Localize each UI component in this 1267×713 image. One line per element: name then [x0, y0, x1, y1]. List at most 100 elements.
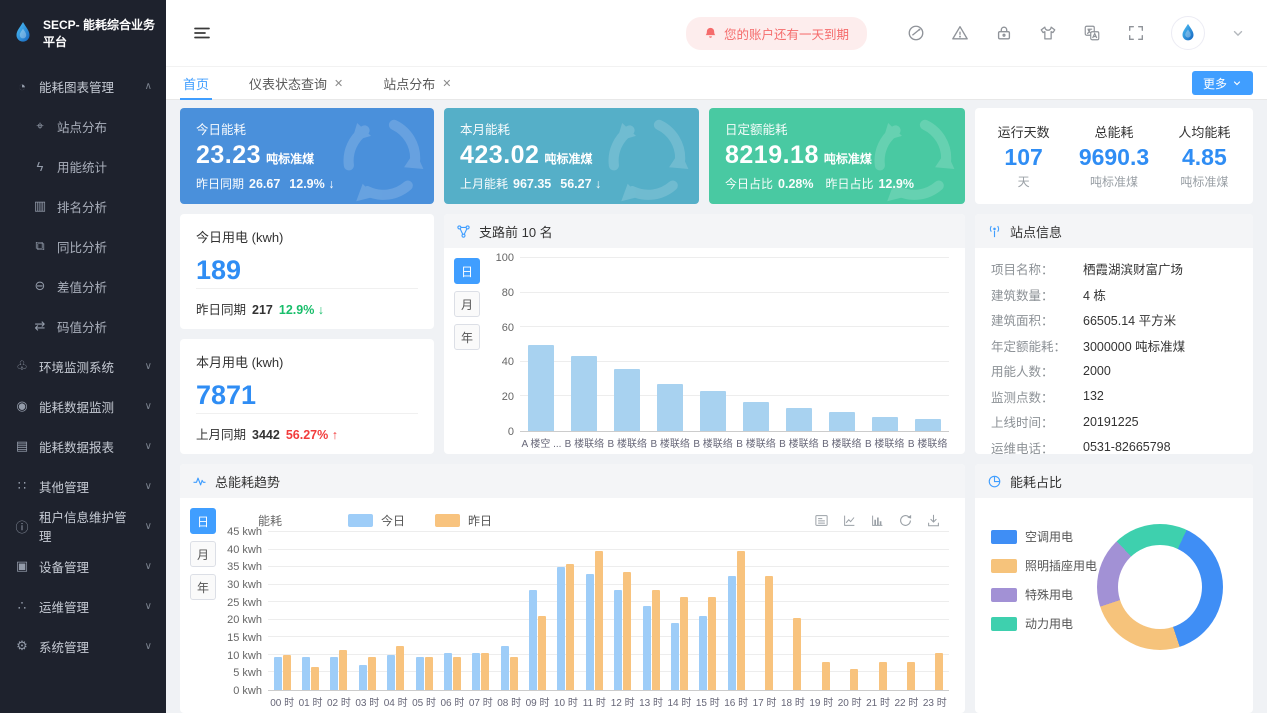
stat-label: 人均能耗: [1178, 122, 1230, 141]
close-tab-icon[interactable]: ✕: [334, 77, 343, 90]
legend-item-今日[interactable]: 今日: [348, 512, 405, 529]
lock-screen-icon[interactable]: [995, 24, 1013, 42]
tab-meter-status[interactable]: 仪表状态查询✕: [246, 67, 346, 99]
bar-group-4: [382, 532, 410, 690]
sidebar-item-2[interactable]: ◉能耗数据监测∨: [0, 386, 166, 426]
period-toggle-月[interactable]: 月: [190, 541, 216, 567]
ops-icon: ∴: [14, 598, 30, 614]
sidebar-item-6[interactable]: ▣设备管理∨: [0, 546, 166, 586]
user-menu-chevron-icon[interactable]: [1231, 26, 1245, 40]
data-view-icon[interactable]: [814, 513, 829, 528]
site-info-label: 监测点数：: [991, 387, 1083, 406]
app-root: SECP- 能耗综合业务平台 ◔能耗图表管理∧⌖站点分布ϟ用能统计▥排名分析⧉同…: [0, 0, 1267, 713]
sidebar-subitem-0-2[interactable]: ▥排名分析: [0, 186, 166, 226]
tab-home[interactable]: 首页: [180, 67, 212, 99]
sidebar-item-7[interactable]: ∴运维管理∨: [0, 586, 166, 626]
bar-昨日: [538, 616, 546, 690]
pie-legend-item-特殊用电[interactable]: 特殊用电: [991, 586, 1097, 603]
fullscreen-icon[interactable]: [1127, 24, 1145, 42]
site-icon: ⌖: [32, 118, 48, 134]
bar-group-18: [779, 532, 807, 690]
bar-今日: [416, 657, 424, 690]
sidebar-item-8[interactable]: ⚙系统管理∨: [0, 626, 166, 666]
more-tabs-button[interactable]: 更多: [1192, 71, 1253, 95]
bar-group-17: [750, 532, 778, 690]
card-subtext: 上月能耗967.3556.27 ↓: [460, 175, 683, 192]
legend-swatch: [991, 530, 1017, 544]
x-tick-label: 13 时: [637, 694, 665, 709]
bar-group-7: [467, 532, 495, 690]
collapse-menu-icon[interactable]: [192, 23, 212, 43]
sidebar-menu: ◔能耗图表管理∧⌖站点分布ϟ用能统计▥排名分析⧉同比分析⊖差值分析⇄码值分析♧环…: [0, 66, 166, 666]
system-icon: ⚙: [14, 638, 30, 654]
user-avatar[interactable]: [1171, 16, 1205, 50]
sub-extra: 12.9% ↓: [289, 177, 334, 191]
x-tick-label: B 楼联络: [692, 435, 735, 450]
period-toggle-日[interactable]: 日: [454, 258, 480, 284]
sidebar-item-4[interactable]: ∷其他管理∨: [0, 466, 166, 506]
x-tick-label: B 楼联络: [777, 435, 820, 450]
value-unit: 吨标准煤: [824, 152, 872, 166]
sidebar-item-5[interactable]: ⓘ租户信息维护管理∨: [0, 506, 166, 546]
y-tick-label: 0 kwh: [233, 685, 262, 697]
bar-chart-icon[interactable]: [870, 513, 885, 528]
period-toggle-年[interactable]: 年: [190, 574, 216, 600]
bar-group-22: [892, 532, 920, 690]
period-toggle-月[interactable]: 月: [454, 291, 480, 317]
sidebar-subitem-0-1[interactable]: ϟ用能统计: [0, 146, 166, 186]
sidebar-subitem-0-4[interactable]: ⊖差值分析: [0, 266, 166, 306]
usage-value: 189: [196, 255, 418, 286]
bar-今日: [274, 657, 282, 690]
compare-value: 217: [252, 303, 273, 317]
sub-extra: 56.27 ↓: [560, 177, 601, 191]
download-icon[interactable]: [926, 513, 941, 528]
bar-今日: [501, 646, 509, 690]
tab-site-distribution[interactable]: 站点分布✕: [380, 67, 454, 99]
sidebar-subitem-0-3[interactable]: ⧉同比分析: [0, 226, 166, 266]
card-title: 本月能耗: [460, 119, 683, 138]
site-info-label: 上线时间：: [991, 412, 1083, 431]
energy-stat-icon: ϟ: [32, 159, 48, 174]
language-switch-icon[interactable]: [1083, 24, 1101, 42]
refresh-icon[interactable]: [898, 513, 913, 528]
sidebar-item-1[interactable]: ♧环境监测系统∨: [0, 346, 166, 386]
app-title: SECP- 能耗综合业务平台: [43, 16, 156, 50]
bar-今日: [586, 574, 594, 690]
legend-item-昨日[interactable]: 昨日: [435, 512, 492, 529]
pie-legend-item-动力用电[interactable]: 动力用电: [991, 615, 1097, 632]
y-tick-label: 40 kwh: [227, 544, 262, 556]
close-tab-icon[interactable]: ✕: [442, 77, 451, 90]
bar-group-1: [296, 532, 324, 690]
panel-title: 总能耗趋势: [215, 472, 280, 491]
bar-group-16: [722, 532, 750, 690]
theme-palette-icon[interactable]: [907, 24, 925, 42]
y-tick-label: 40: [502, 356, 514, 368]
pie-chart-icon: ◔: [14, 79, 30, 94]
bar-column: [563, 258, 606, 431]
pie-legend-item-照明插座用电[interactable]: 照明插座用电: [991, 557, 1097, 574]
sub-label: 昨日占比: [825, 177, 873, 191]
bar-今日: [359, 665, 367, 690]
bar-9: [915, 419, 941, 431]
chart-legend: 今日 昨日: [348, 512, 492, 529]
y-tick-label: 25 kwh: [227, 597, 262, 609]
period-toggle-日[interactable]: 日: [190, 508, 216, 534]
error-log-icon[interactable]: [951, 24, 969, 42]
sidebar-item-3[interactable]: ▤能耗数据报表∨: [0, 426, 166, 466]
theme-skin-icon[interactable]: [1039, 24, 1057, 42]
x-axis-labels: A 楼空 ...B 楼联络B 楼联络B 楼联络B 楼联络B 楼联络B 楼联络B …: [520, 432, 955, 450]
sidebar-subitem-0-5[interactable]: ⇄码值分析: [0, 306, 166, 346]
energy-trend-panel: 总能耗趋势 日月年 能耗 今日昨日: [180, 464, 965, 713]
sub-value: 0.28%: [778, 177, 813, 191]
period-toggle-年[interactable]: 年: [454, 324, 480, 350]
bar-2: [614, 369, 640, 431]
line-chart-icon[interactable]: [842, 513, 857, 528]
sub-label: 昨日同期: [196, 177, 244, 191]
account-expiry-alert[interactable]: 您的账户还有一天到期: [686, 17, 867, 50]
bottom-row: 总能耗趋势 日月年 能耗 今日昨日: [180, 464, 1253, 713]
pie-legend-item-空调用电[interactable]: 空调用电: [991, 528, 1097, 545]
y-tick-label: 5 kwh: [233, 667, 262, 679]
sidebar-subitem-0-0[interactable]: ⌖站点分布: [0, 106, 166, 146]
flame-logo-icon: [10, 20, 36, 46]
sidebar-item-0[interactable]: ◔能耗图表管理∧: [0, 66, 166, 106]
